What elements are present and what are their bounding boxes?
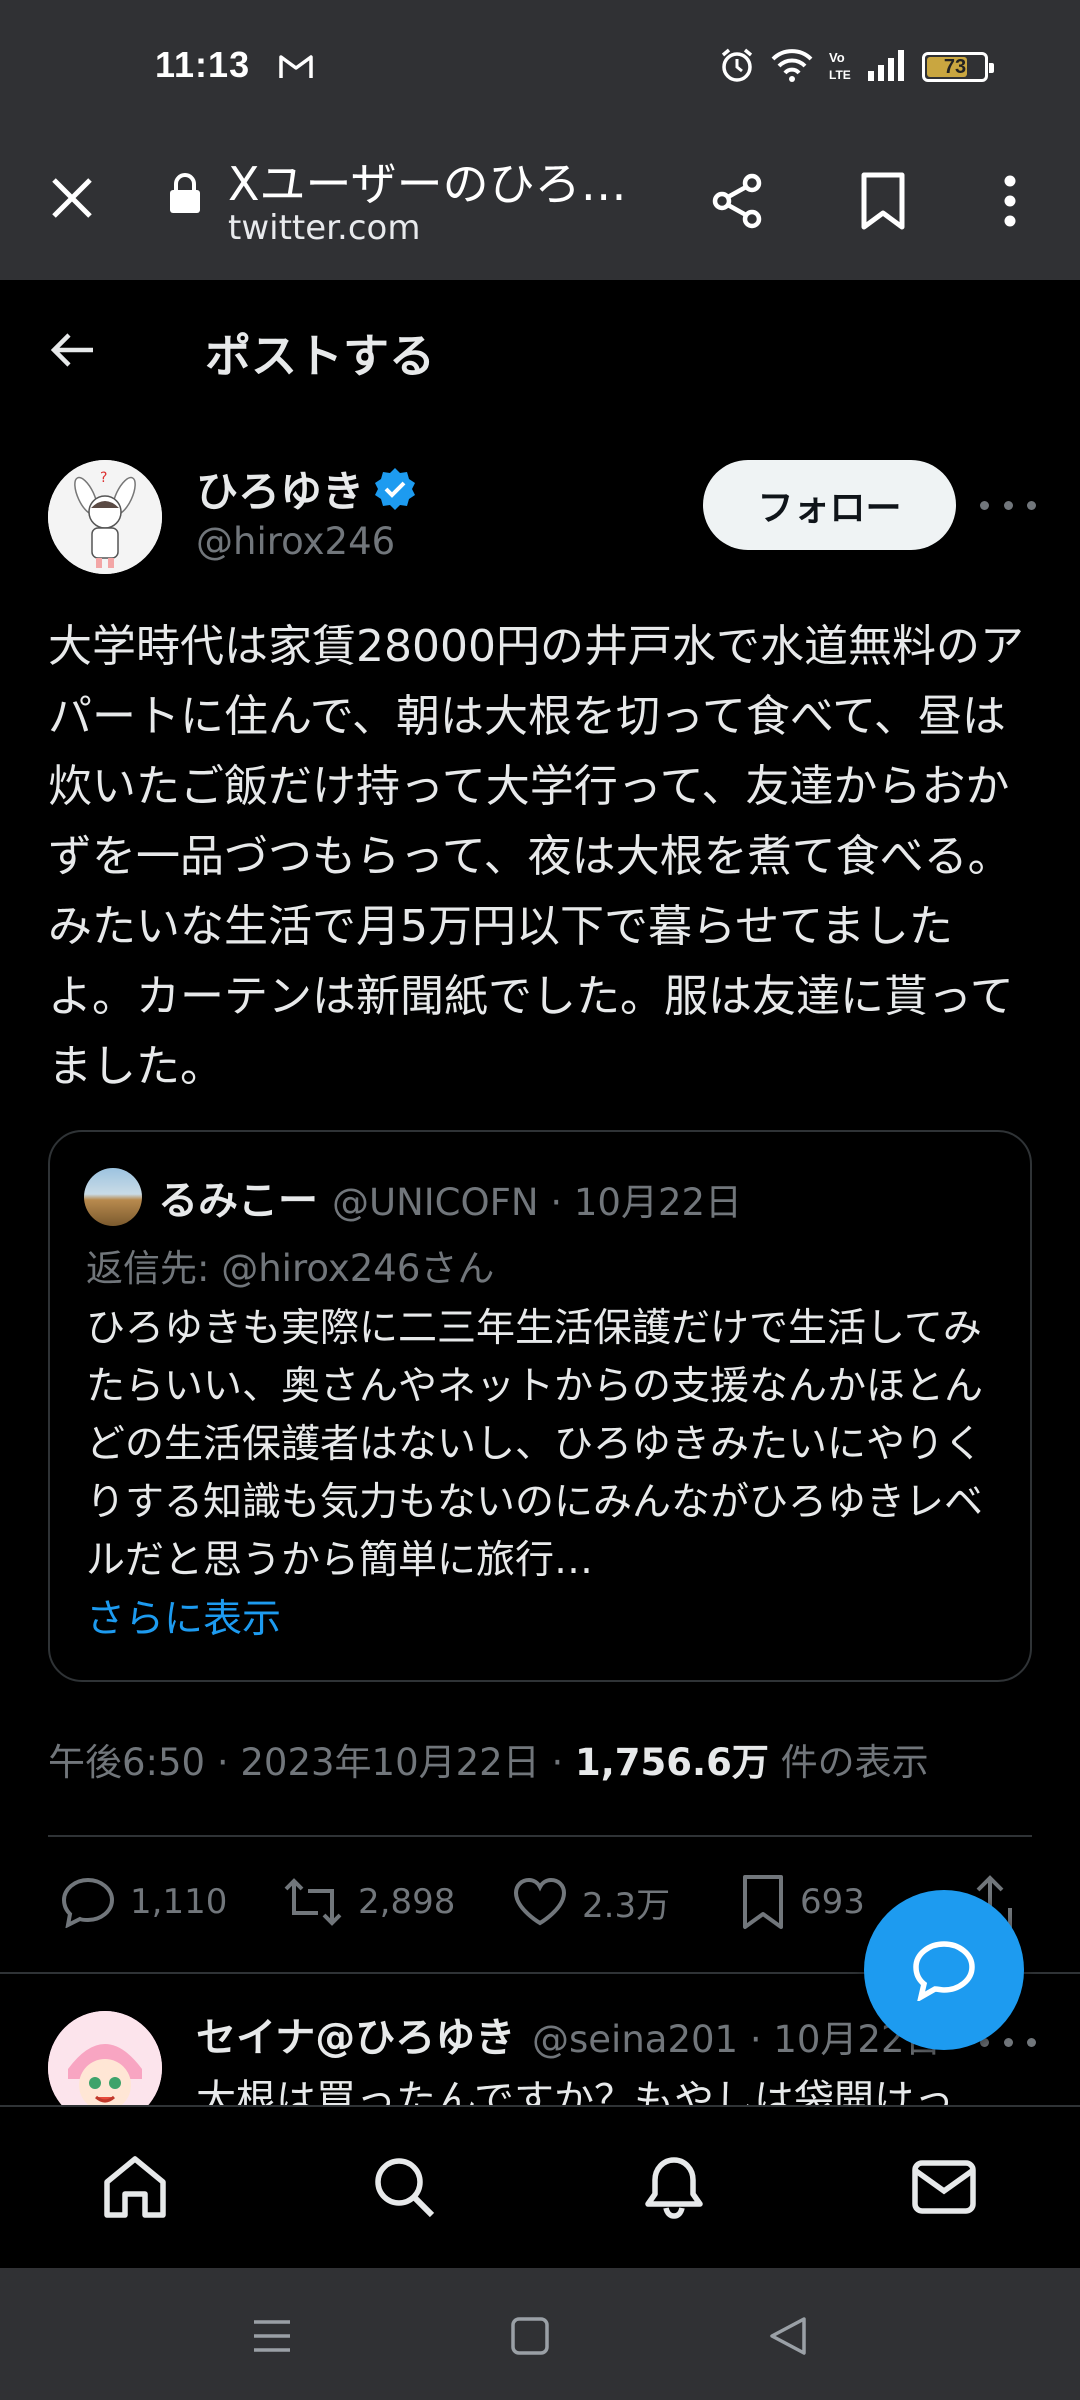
quoted-post-text: ひろゆきも実際に二三年生活保護だけで生活してみたらいい、奥さんやネットからの支援… bbox=[86, 1306, 984, 1583]
follow-button[interactable]: フォロー bbox=[703, 460, 956, 550]
like-count: 2.3万 bbox=[582, 1885, 671, 1926]
author-name[interactable]: ひろゆき bbox=[196, 458, 364, 519]
status-bar: 11:13 Vo LTE 73 bbox=[0, 0, 1080, 130]
more-vert-icon bbox=[1004, 175, 1016, 227]
reply-text: 大根は買ったんですか？もやしは袋開けっ bbox=[196, 2077, 954, 2105]
nav-notifications[interactable] bbox=[634, 2147, 714, 2227]
reply-author-name: セイナ@ひろゆき bbox=[196, 2015, 516, 2061]
bookmark-post-button[interactable]: 693 bbox=[740, 1872, 865, 1932]
browser-toolbar: Xユーザーのひろ… twitter.com bbox=[0, 130, 1080, 280]
show-more-link[interactable]: さらに表示 bbox=[86, 1588, 281, 1644]
post-timestamp: 午後6:50 · 2023年10月22日 · 1,756.6万 件の表示 bbox=[48, 1732, 929, 1786]
nav-search[interactable] bbox=[364, 2147, 444, 2227]
verified-badge-icon bbox=[372, 466, 418, 516]
bookmark-icon bbox=[861, 172, 905, 230]
quoted-author-avatar bbox=[84, 1168, 142, 1226]
close-icon bbox=[52, 178, 92, 218]
repost-icon bbox=[284, 1878, 342, 1926]
quoted-reply-to: 返信先: @hirox246さん bbox=[86, 1247, 495, 1290]
post-time: 午後6:50 · 2023年10月22日 · bbox=[48, 1741, 575, 1784]
svg-text:LTE: LTE bbox=[829, 68, 851, 82]
post-text: 大学時代は家賃28000円の井戸水で水道無料のアパートに住んで、朝は大根を切って… bbox=[48, 621, 1024, 1092]
reply-author-avatar bbox=[48, 2011, 162, 2105]
repost-count: 2,898 bbox=[358, 1882, 456, 1922]
post-more-icon[interactable] bbox=[980, 490, 1036, 520]
gmail-icon bbox=[278, 52, 314, 84]
status-icons: Vo LTE 73 bbox=[718, 46, 994, 88]
triangle-back-icon bbox=[770, 2317, 806, 2355]
bottom-nav bbox=[0, 2105, 1080, 2268]
back-button[interactable] bbox=[40, 318, 104, 382]
page-title: ポストする bbox=[205, 329, 435, 383]
bell-icon bbox=[645, 2157, 703, 2219]
share-icon bbox=[712, 173, 762, 229]
quoted-author-name: るみこー bbox=[158, 1178, 318, 1224]
signal-icon bbox=[868, 49, 908, 85]
author-avatar[interactable]: ? bbox=[48, 460, 162, 574]
wifi-icon bbox=[770, 47, 814, 87]
quoted-author-meta: @UNICOFN · 10月22日 bbox=[332, 1181, 743, 1224]
reply-button[interactable]: 1,110 bbox=[60, 1872, 227, 1932]
search-icon bbox=[375, 2158, 435, 2218]
quoted-post[interactable]: るみこー @UNICOFN · 10月22日 返信先: @hirox246さん … bbox=[48, 1130, 1032, 1682]
share-button[interactable] bbox=[703, 166, 773, 236]
more-menu-button[interactable] bbox=[975, 166, 1045, 236]
close-button[interactable] bbox=[40, 166, 104, 230]
compose-reply-button[interactable] bbox=[864, 1890, 1024, 2050]
menu-icon bbox=[254, 2320, 290, 2352]
back-system-button[interactable] bbox=[758, 2306, 818, 2366]
browser-page-title[interactable]: Xユーザーのひろ… bbox=[228, 148, 648, 214]
alarm-icon bbox=[718, 46, 756, 88]
svg-text:Vo: Vo bbox=[829, 50, 845, 65]
heart-icon bbox=[513, 1877, 567, 1926]
system-nav-bar bbox=[0, 2268, 1080, 2400]
reply-icon bbox=[61, 1877, 115, 1928]
bookmark-count: 693 bbox=[800, 1882, 865, 1922]
svg-text:?: ? bbox=[100, 470, 107, 486]
browser-url-host[interactable]: twitter.com bbox=[228, 208, 420, 248]
nav-messages[interactable] bbox=[904, 2147, 984, 2227]
square-icon bbox=[511, 2317, 549, 2355]
status-time: 11:13 bbox=[155, 44, 251, 85]
reply-count: 1,110 bbox=[130, 1882, 228, 1922]
recent-apps-button[interactable] bbox=[242, 2306, 302, 2366]
back-arrow-icon bbox=[50, 333, 93, 367]
page-header: ポストする bbox=[0, 280, 1080, 420]
views-count: 1,756.6万 bbox=[574, 1741, 769, 1784]
battery-icon: 73 bbox=[922, 52, 994, 82]
like-button[interactable]: 2.3万 bbox=[512, 1872, 670, 1932]
author-handle[interactable]: @hirox246 bbox=[196, 520, 395, 563]
home-system-button[interactable] bbox=[500, 2306, 560, 2366]
lock-icon bbox=[168, 172, 202, 218]
battery-percent: 73 bbox=[943, 55, 967, 78]
views-label: 件の表示 bbox=[768, 1741, 929, 1784]
nav-home[interactable] bbox=[95, 2147, 175, 2227]
repost-button[interactable]: 2,898 bbox=[282, 1872, 455, 1932]
home-icon bbox=[104, 2156, 166, 2218]
bookmark-button[interactable] bbox=[848, 166, 918, 236]
volte-icon: Vo LTE bbox=[828, 48, 854, 86]
chat-bubble-icon bbox=[913, 1941, 975, 2001]
mail-icon bbox=[912, 2160, 976, 2214]
bookmark-outline-icon bbox=[743, 1875, 783, 1929]
divider bbox=[48, 1835, 1032, 1837]
